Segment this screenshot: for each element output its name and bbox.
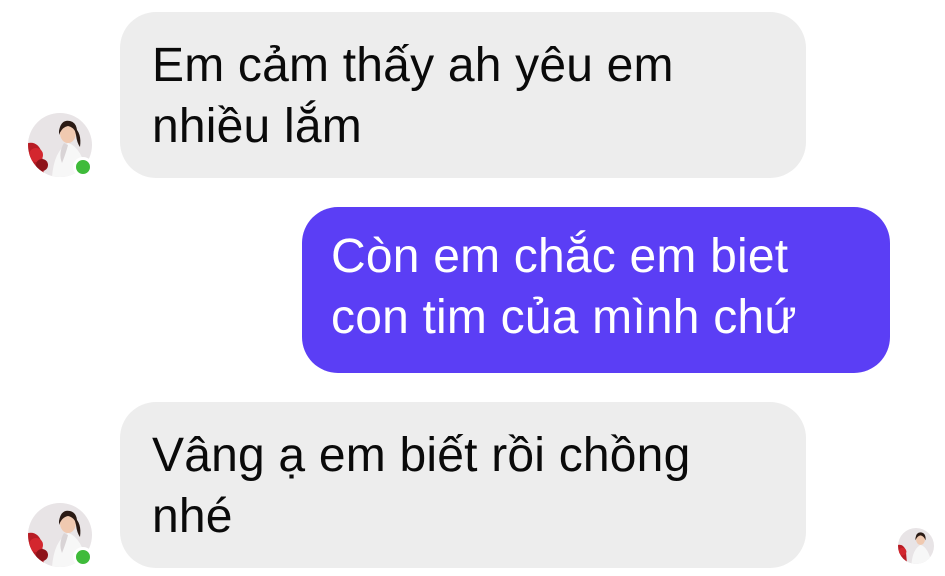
seen-avatar-icon [898, 528, 934, 564]
chat-thread: Em cảm thấy ah yêu em nhiều lắm Còn em c… [0, 0, 945, 576]
online-status-dot [73, 547, 93, 567]
incoming-message-bubble[interactable]: Em cảm thấy ah yêu em nhiều lắm [120, 12, 806, 178]
online-status-dot [73, 157, 93, 177]
outgoing-message-bubble[interactable]: Còn em chắc em biet con tim của mình chứ [302, 207, 890, 373]
contact-avatar[interactable] [28, 503, 93, 567]
contact-avatar[interactable] [28, 113, 93, 177]
incoming-message-bubble[interactable]: Vâng ạ em biết rồi chồng nhé [120, 402, 806, 568]
